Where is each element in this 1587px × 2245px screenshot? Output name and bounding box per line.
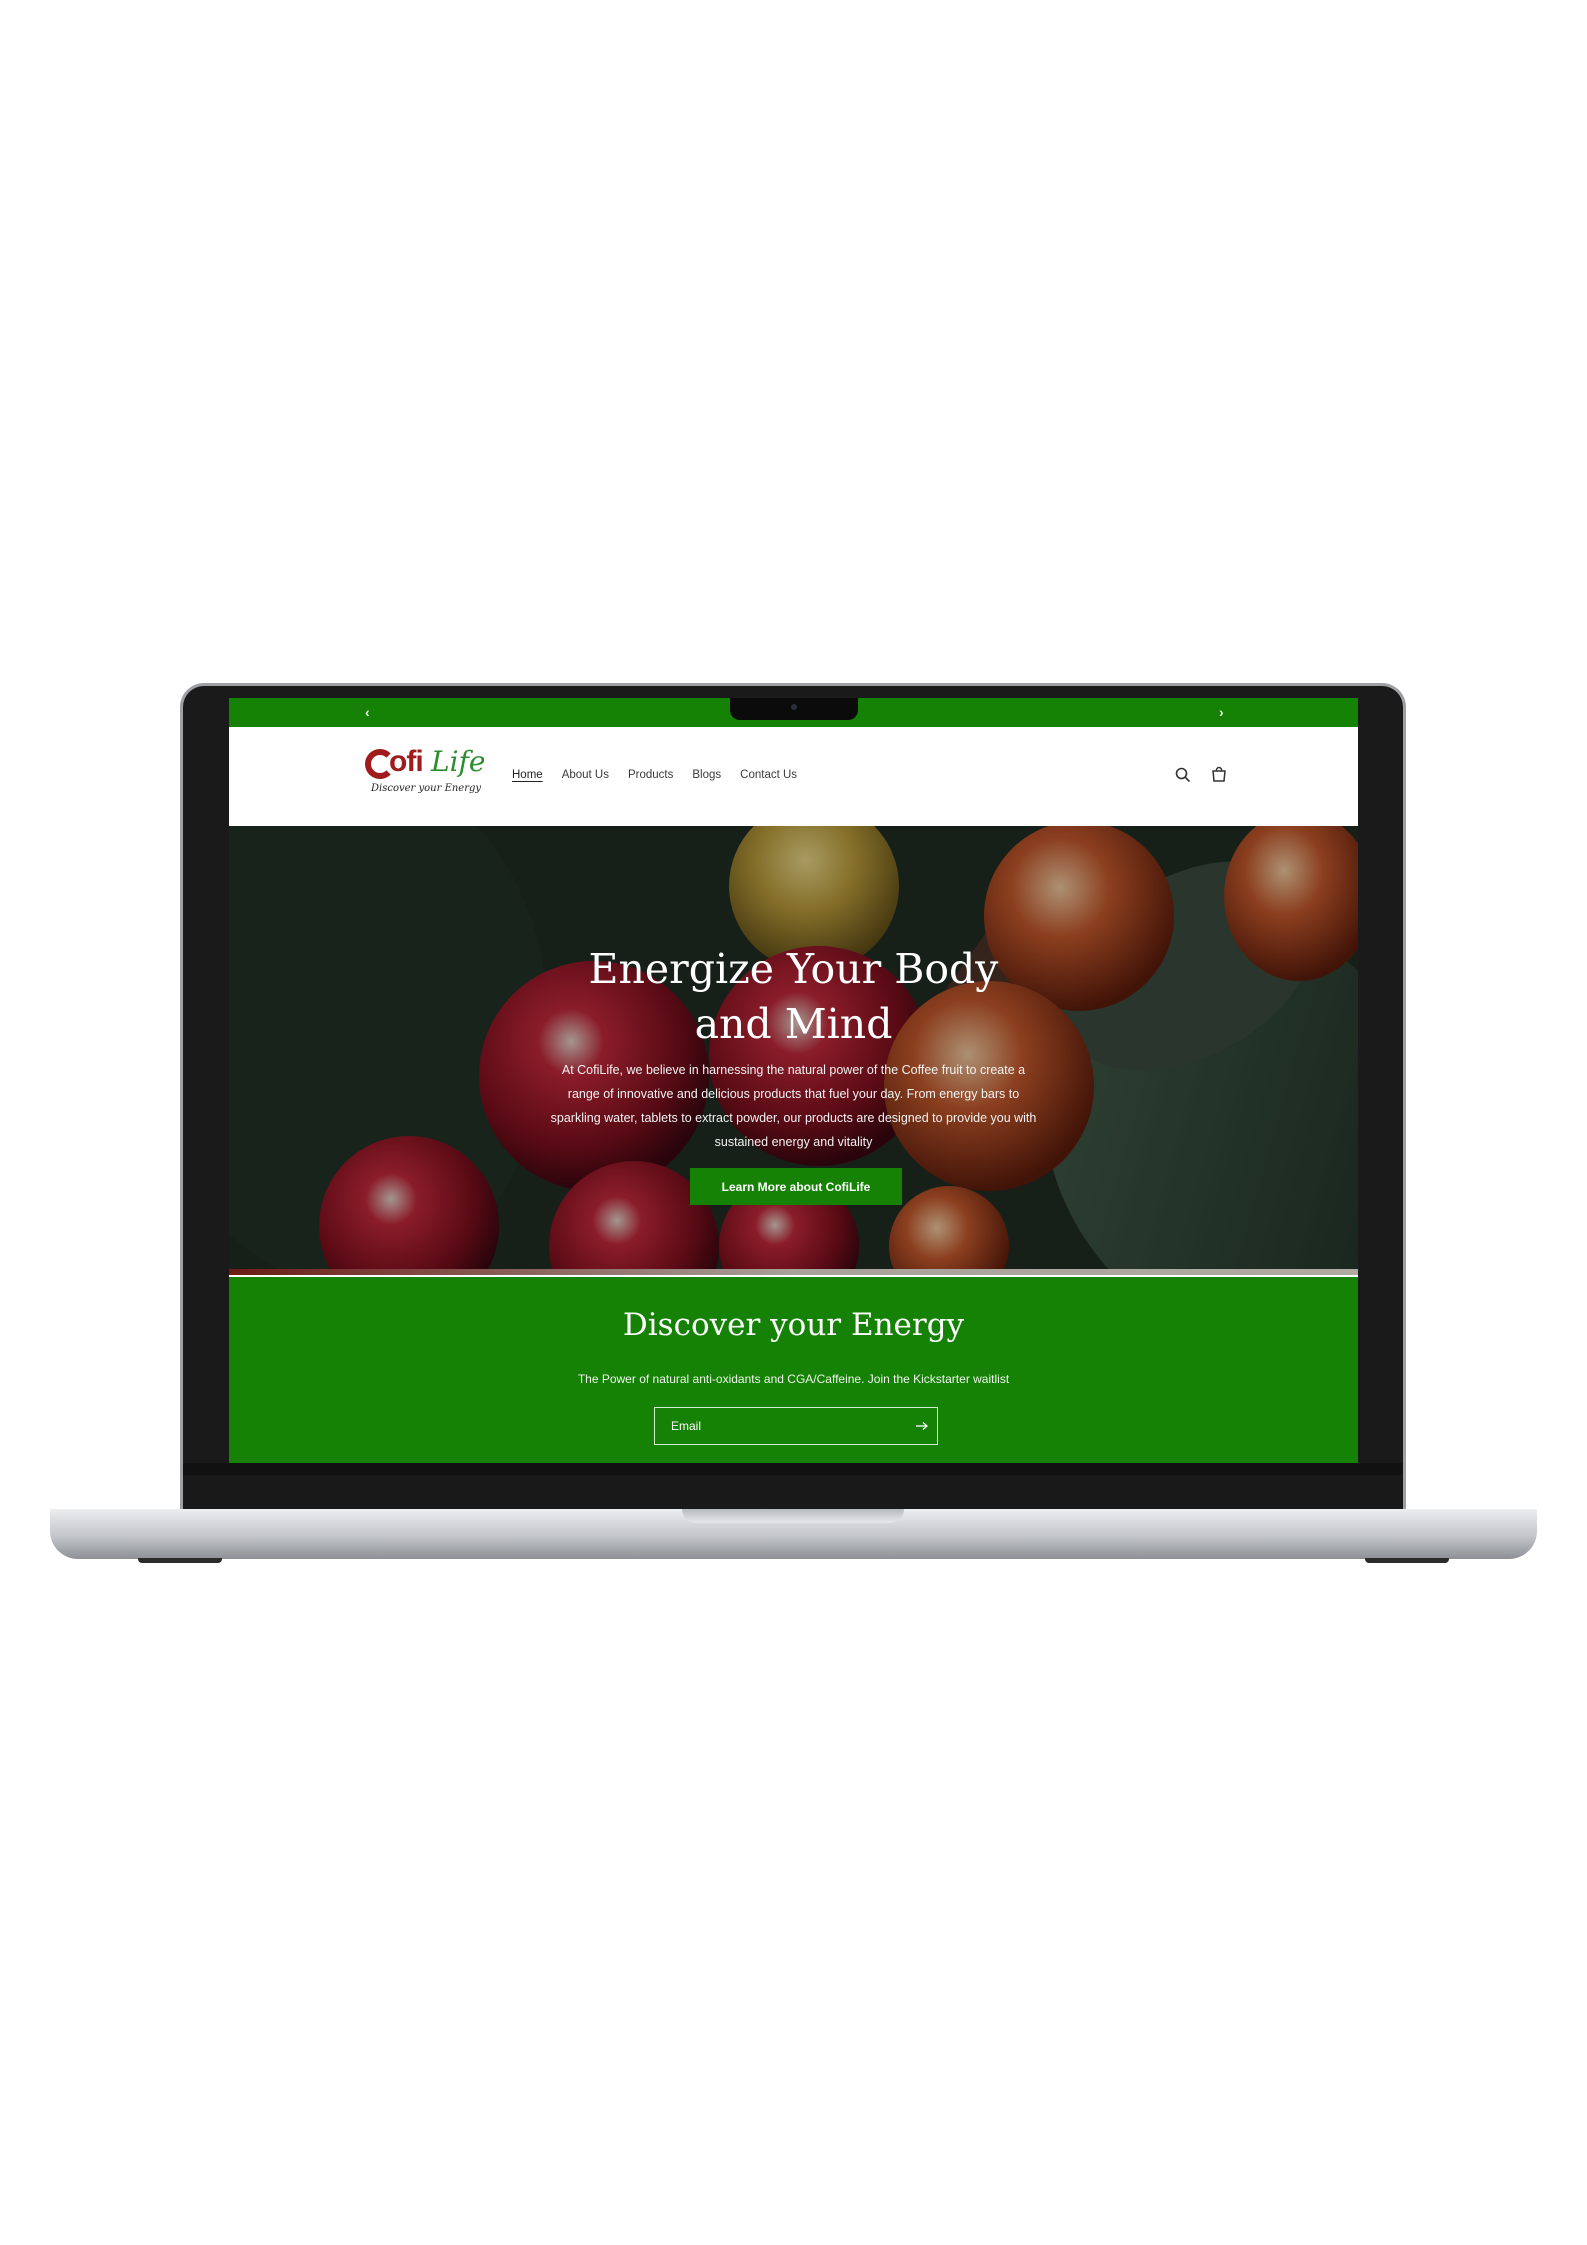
logo-text-life: Life: [431, 745, 486, 778]
logo-tagline: Discover your Energy: [371, 783, 482, 794]
site-header: ofi Life Discover your Energy Home About…: [229, 727, 1358, 826]
newsletter-title: Discover your Energy: [622, 1307, 965, 1343]
hero-banner: Energize Your Body and Mind At CofiLife,…: [229, 826, 1358, 1275]
camera-notch: [730, 698, 858, 720]
hero-description: At CofiLife, we believe in harnessing th…: [550, 1063, 1037, 1149]
laptop-foot: [1365, 1558, 1449, 1563]
logo-text-ofi: ofi: [389, 745, 424, 778]
nav-item-about-us[interactable]: About Us: [562, 769, 609, 781]
camera-icon: [791, 704, 797, 710]
newsletter-description: The Power of natural anti-oxidants and C…: [577, 1372, 1010, 1386]
laptop-foot: [138, 1558, 222, 1563]
email-placeholder: Email: [671, 1419, 702, 1433]
nav-item-contact-us[interactable]: Contact Us: [740, 769, 797, 781]
newsletter-section: Discover your Energy The Power of natura…: [229, 1277, 1358, 1463]
hero-title: Energize Your Body and Mind: [588, 945, 999, 1048]
laptop-opening-groove: [682, 1509, 904, 1523]
header-icons: [1173, 765, 1229, 785]
nav-item-home[interactable]: Home: [512, 769, 543, 781]
search-icon[interactable]: [1173, 765, 1193, 785]
learn-more-button[interactable]: Learn More about CofiLife: [690, 1168, 902, 1205]
laptop-screen: ‹ Energize Your Body › ofi Life Discover…: [229, 698, 1358, 1463]
nav-item-blogs[interactable]: Blogs: [692, 769, 721, 781]
email-field[interactable]: Email: [654, 1407, 938, 1445]
main-nav: Home About Us Products Blogs Contact Us: [512, 769, 797, 781]
cofilife-logo[interactable]: ofi Life Discover your Energy: [365, 745, 485, 799]
hero-bottom-edge: [229, 1269, 1358, 1275]
nav-item-products[interactable]: Products: [628, 769, 673, 781]
laptop-bezel: [183, 1463, 1403, 1509]
subscribe-button[interactable]: [907, 1408, 937, 1444]
cart-icon[interactable]: [1209, 765, 1229, 785]
arrow-right-icon: [916, 1422, 928, 1430]
chevron-right-icon[interactable]: ›: [1219, 704, 1224, 720]
